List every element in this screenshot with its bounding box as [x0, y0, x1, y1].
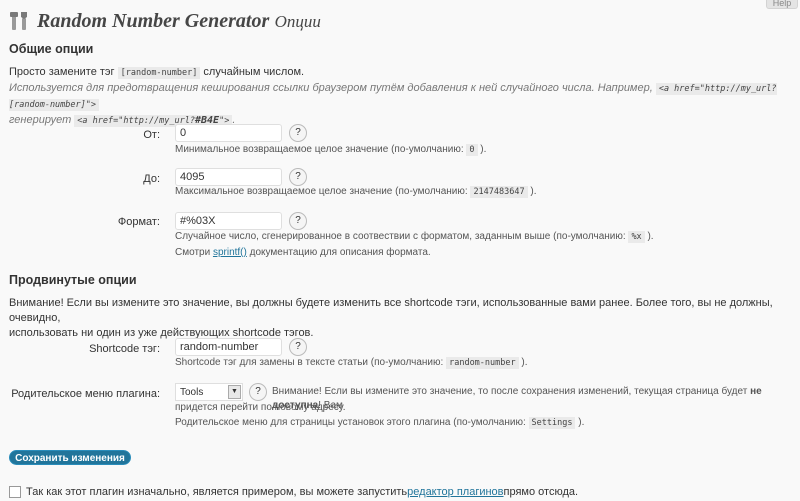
from-help-button[interactable]: ? [289, 124, 307, 142]
general-options-heading: Общие опции [9, 42, 94, 56]
save-changes-button[interactable]: Сохранить изменения [9, 450, 131, 465]
format-doc-note: Смотри sprintf() документацию для описан… [175, 247, 431, 258]
parent-menu-label: Родительское меню плагина: [11, 388, 160, 400]
help-tab[interactable]: Help [766, 0, 798, 9]
to-input[interactable]: 4095 [175, 168, 282, 186]
shortcode-label: Shortcode тэг: [89, 343, 160, 355]
plugin-icon [9, 486, 21, 498]
from-label: От: [143, 129, 160, 141]
tools-icon [10, 12, 27, 30]
parent-menu-select[interactable]: Tools ▼ [175, 383, 243, 401]
to-help-button[interactable]: ? [289, 168, 307, 186]
shortcode-help-button[interactable]: ? [289, 338, 307, 356]
sprintf-link[interactable]: sprintf() [213, 247, 247, 258]
intro-line-1: Просто замените тэг [random-number] случ… [9, 66, 305, 79]
parent-menu-warning-line-2: придется перейти по новому адресу. [175, 402, 346, 413]
intro-line-3: генерирует <a href="http://my_url?#B4E">… [9, 114, 236, 127]
general-intro: Просто замените тэг [random-number] случ… [9, 65, 789, 129]
parent-menu-description: Родительское меню для страницы установок… [175, 417, 585, 429]
parent-menu-selected: Tools [180, 387, 204, 398]
advanced-warning: Внимание! Если вы измените это значение,… [9, 296, 789, 341]
to-label: До: [143, 173, 160, 185]
advanced-options-heading: Продвинутые опции [9, 273, 137, 287]
page-title-sub: Опции [274, 11, 321, 31]
from-description: Минимальное возвращаемое целое значение … [175, 144, 487, 156]
from-input[interactable]: 0 [175, 124, 282, 142]
parent-menu-warning: Внимание! Если вы измените это значение,… [272, 386, 762, 411]
parent-menu-help-button[interactable]: ? [249, 383, 267, 401]
to-description: Максимальное возвращаемое целое значение… [175, 186, 537, 198]
advanced-warning-line-1: Внимание! Если вы измените это значение,… [9, 297, 773, 324]
page-header: Random Number Generator Опции [9, 8, 321, 34]
shortcode-description: Shortcode тэг для замены в тексте статьи… [175, 357, 528, 369]
advanced-warning-line-2: использовать ни один из уже действующих … [9, 327, 314, 339]
shortcode-input[interactable]: random-number [175, 338, 282, 356]
footer-note: Так как этот плагин изначально, является… [9, 486, 578, 498]
format-description: Случайное число, сгенерированное в соотв… [175, 231, 654, 243]
intro-line-2: Используется для предотвращения кеширова… [9, 82, 777, 111]
format-help-button[interactable]: ? [289, 212, 307, 230]
format-input[interactable]: #%03X [175, 212, 282, 230]
format-label: Формат: [117, 216, 160, 228]
page-title-main: Random Number Generator [37, 9, 270, 32]
chevron-down-icon[interactable]: ▼ [228, 385, 241, 399]
page-title: Random Number Generator Опции [37, 10, 321, 33]
plugin-editor-link[interactable]: редактор плагинов [407, 486, 503, 498]
